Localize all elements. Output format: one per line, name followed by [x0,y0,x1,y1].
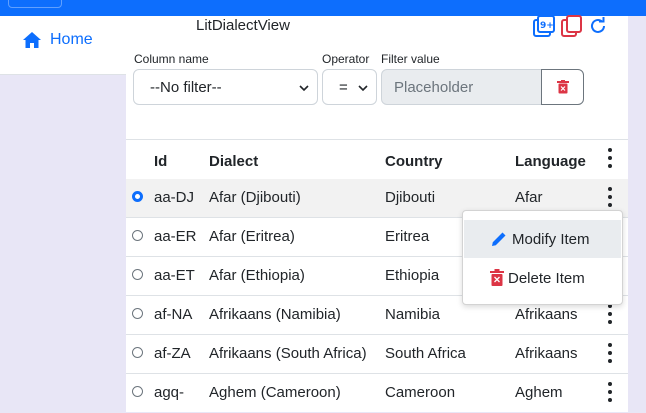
row-radio[interactable] [132,386,143,397]
cell-dialect: Afar (Djibouti) [209,189,301,206]
cell-language: Afrikaans [515,345,578,362]
pencil-icon [492,232,506,246]
row-menu-icon[interactable] [602,187,618,207]
row-radio[interactable] [132,269,143,280]
row-menu-icon[interactable] [602,343,618,363]
column-select-value: --No filter-- [150,78,222,96]
sidebar: Home [0,16,126,75]
cell-country: Namibia [385,306,441,323]
row-radio[interactable] [132,347,143,358]
delete-item-menu-item[interactable]: Delete Item [464,259,621,297]
cell-dialect: Aghem (Cameroon) [209,384,341,401]
header-button[interactable] [8,0,62,8]
page-title: LitDialectView [196,17,290,34]
table-row[interactable]: agq- Aghem (Cameroon) Cameroon Aghem [126,374,628,413]
cell-dialect: Afar (Eritrea) [209,228,295,245]
filter-value-label: Filter value [381,52,440,66]
cell-dialect: Afrikaans (Namibia) [209,306,341,323]
column-name-label: Column name [134,52,209,66]
modify-item-menu-item[interactable]: Modify Item [464,220,621,258]
cell-id: af-NA [154,306,193,323]
chevron-down-icon [358,85,368,92]
filter-value-input[interactable]: Placeholder [381,69,543,105]
column-header-language[interactable]: Language [515,153,586,170]
row-radio[interactable] [132,230,143,241]
modify-item-label: Modify Item [512,230,590,248]
cell-country: Cameroon [385,384,456,401]
cell-id: aa-ER [154,228,197,245]
divider [126,139,628,140]
copy-icon[interactable] [560,14,584,38]
cell-dialect: Afar (Ethiopia) [209,267,305,284]
svg-text:9+: 9+ [540,21,554,31]
cell-country: South Africa [385,345,466,362]
operator-select[interactable]: = [322,69,377,105]
row-context-menu: Modify Item Delete Item [462,210,623,305]
cell-id: aa-ET [154,267,195,284]
column-header-dialect[interactable]: Dialect [209,153,258,170]
trash-icon [556,80,569,94]
column-menu-icon[interactable] [602,148,618,168]
cell-dialect: Afrikaans (South Africa) [209,345,367,362]
chevron-down-icon [299,85,309,92]
column-header-country[interactable]: Country [385,153,443,170]
row-radio[interactable] [132,308,143,319]
operator-select-value: = [339,78,348,96]
add-multiple-icon[interactable]: 9+ [532,14,556,38]
trash-icon [490,269,504,286]
delete-item-label: Delete Item [508,269,585,287]
cell-id: aa-DJ [154,189,195,206]
toolbar: 9+ [532,14,608,38]
operator-label: Operator [322,52,370,66]
row-menu-icon[interactable] [602,382,618,402]
cell-language: Afrikaans [515,306,578,323]
sidebar-item-label: Home [50,31,93,48]
cell-language: Aghem [515,384,563,401]
refresh-icon[interactable] [588,16,608,36]
cell-country: Ethiopia [385,267,440,284]
cell-id: af-ZA [154,345,191,362]
cell-id: agq- [154,384,185,401]
row-menu-icon[interactable] [602,304,618,324]
cell-country: Djibouti [385,189,436,206]
clear-filter-button[interactable] [541,69,584,105]
row-radio[interactable] [132,191,143,202]
cell-country: Eritrea [385,228,430,245]
sidebar-item-home[interactable]: Home [22,30,93,50]
cell-language: Afar [515,189,543,206]
column-header-id[interactable]: Id [154,153,167,170]
table-row[interactable]: af-ZA Afrikaans (South Africa) South Afr… [126,335,628,374]
column-select[interactable]: --No filter-- [133,69,318,105]
home-icon [23,32,41,48]
